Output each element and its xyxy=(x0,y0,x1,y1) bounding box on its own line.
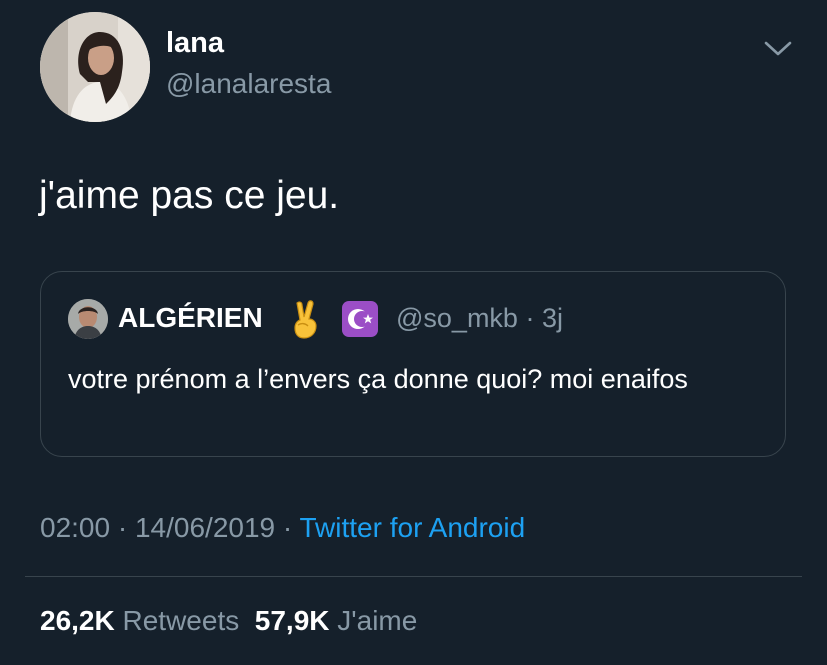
meta-dot-separator: · xyxy=(117,512,128,543)
victory-hand-icon xyxy=(289,299,325,339)
meta-dot-separator-2: · xyxy=(282,512,293,543)
divider xyxy=(25,576,802,577)
quoted-tweet-age[interactable]: 3j xyxy=(542,303,563,333)
quoted-author-handle: @so_mkb · 3j xyxy=(396,303,563,334)
tweet-time[interactable]: 02:00 xyxy=(40,512,110,543)
quoted-tweet-text: votre prénom a l’envers ça donne quoi? m… xyxy=(68,364,688,394)
likes-stat[interactable]: 57,9K J'aime xyxy=(255,605,418,636)
tweet-text: j'aime pas ce jeu. xyxy=(39,174,340,217)
tweet-source-link[interactable]: Twitter for Android xyxy=(300,512,526,543)
quoted-avatar-image xyxy=(68,299,108,339)
quoted-tweet-card[interactable]: ALGÉRIEN @so_mkb · 3j votre prénom a l’e… xyxy=(40,271,786,457)
likes-label: J'aime xyxy=(337,605,418,636)
tweet-date[interactable]: 14/06/2019 xyxy=(135,512,275,543)
quoted-handle-text[interactable]: @so_mkb xyxy=(396,303,518,333)
star-and-crescent-icon xyxy=(342,301,378,337)
author-avatar[interactable] xyxy=(40,12,150,122)
tweet-metadata: 02:00 · 14/06/2019 · Twitter for Android xyxy=(40,512,525,544)
quoted-dot-separator: · xyxy=(525,303,535,333)
tweet-stats: 26,2K Retweets 57,9K J'aime xyxy=(40,605,417,637)
author-avatar-image xyxy=(40,12,150,122)
quoted-author-name[interactable]: ALGÉRIEN xyxy=(118,302,263,334)
chevron-down-icon[interactable] xyxy=(762,36,794,60)
quoted-author-avatar[interactable] xyxy=(68,299,108,339)
retweets-count: 26,2K xyxy=(40,605,115,636)
likes-count: 57,9K xyxy=(254,605,330,636)
author-name[interactable]: lana xyxy=(166,27,224,60)
author-handle[interactable]: @lanalaresta xyxy=(166,68,331,100)
retweets-label: Retweets xyxy=(122,605,240,636)
retweets-stat[interactable]: 26,2K Retweets xyxy=(40,605,239,636)
